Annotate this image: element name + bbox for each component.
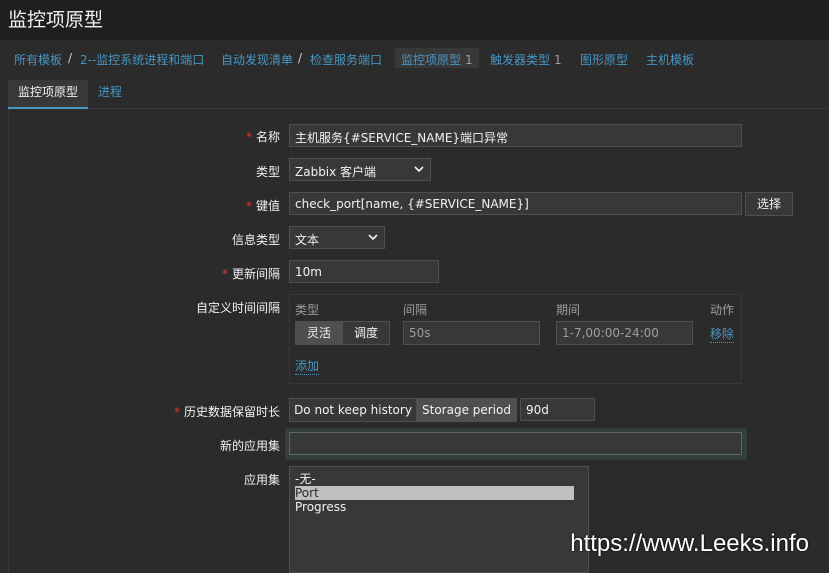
info-type-select-value: 文本 (295, 233, 320, 247)
breadcrumb-trigger-types-label: 触发器类型 (490, 53, 551, 67)
applications-label: 应用集 (243, 473, 280, 487)
new-application-input[interactable] (289, 432, 742, 455)
watermark: https://www.Leeks.info (570, 530, 809, 557)
remove-interval-link[interactable]: 移除 (710, 325, 735, 343)
key-select-button[interactable]: 选择 (745, 192, 793, 216)
name-input[interactable]: 主机服务{#SERVICE_NAME}端口异常 (289, 124, 742, 147)
key-label: * 键值 (245, 199, 280, 213)
history-label: * 历史数据保留时长 (173, 405, 280, 419)
breadcrumb-host-templates[interactable]: 主机模板 (646, 51, 694, 68)
update-interval-input[interactable]: 10m (289, 260, 439, 283)
breadcrumb-discovery-list[interactable]: 自动发现清单 (221, 51, 293, 68)
breadcrumb-item-prototypes-label: 监控项原型 (401, 53, 462, 67)
required-mark: * (221, 267, 228, 281)
breadcrumb-separator: / (68, 51, 73, 65)
breadcrumb-separator: / (298, 51, 303, 65)
col-interval-header: 间隔 (403, 303, 428, 317)
breadcrumb-discovery-rule[interactable]: 检查服务端口 (310, 51, 382, 68)
tab-process[interactable]: 进程 (88, 80, 132, 107)
storage-period-toggle[interactable]: Storage period (416, 398, 517, 422)
chevron-down-icon (414, 166, 424, 173)
col-action-header: 动作 (710, 303, 735, 317)
col-type-header: 类型 (295, 303, 320, 317)
period-input[interactable]: 1-7,00:00-24:00 (556, 321, 693, 345)
add-interval-link[interactable]: 添加 (295, 357, 320, 375)
custom-intervals-label: 自定义时间间隔 (195, 301, 280, 315)
interval-input[interactable]: 50s (403, 321, 540, 345)
update-interval-label: * 更新间隔 (221, 267, 280, 281)
required-mark: * (173, 405, 180, 419)
info-type-select[interactable]: 文本 (289, 226, 385, 249)
info-type-label: 信息类型 (231, 233, 280, 247)
item-prototypes-count: 1 (465, 53, 473, 67)
breadcrumb-template[interactable]: 2--监控系统进程和端口 (80, 51, 204, 68)
col-period-header: 期间 (556, 303, 581, 317)
new-application-label: 新的应用集 (219, 439, 280, 453)
breadcrumb-trigger-types[interactable]: 触发器类型 1 (490, 51, 562, 68)
application-option-port[interactable]: Port (295, 486, 574, 500)
page-title: 监控项原型 (8, 9, 104, 31)
tab-bar: 监控项原型 进程 (8, 80, 829, 110)
type-label: 类型 (255, 165, 280, 179)
breadcrumb-all-templates[interactable]: 所有模板 (14, 51, 62, 68)
key-input[interactable]: check_port[name, {#SERVICE_NAME}] (289, 192, 742, 215)
history-period-input[interactable]: 90d (520, 398, 595, 421)
required-mark: * (245, 199, 252, 213)
application-option-none[interactable]: -无- (295, 472, 583, 486)
flexible-toggle[interactable]: 灵活 (295, 321, 343, 345)
application-option-progress[interactable]: Progress (295, 500, 583, 514)
type-select[interactable]: Zabbix 客户端 (289, 158, 431, 181)
tab-item-prototype[interactable]: 监控项原型 (8, 80, 89, 110)
applications-listbox[interactable]: -无- Port Progress (289, 466, 589, 573)
breadcrumb-graph-prototypes[interactable]: 图形原型 (580, 51, 628, 68)
trigger-types-count: 1 (554, 53, 562, 67)
form-content: * 名称 主机服务{#SERVICE_NAME}端口异常 类型 Zabbix 客户… (8, 109, 829, 573)
breadcrumb-item-prototypes[interactable]: 监控项原型 1 (395, 48, 479, 68)
scheduling-toggle[interactable]: 调度 (342, 321, 390, 345)
name-label: * 名称 (245, 130, 280, 144)
chevron-down-icon (368, 234, 378, 241)
type-select-value: Zabbix 客户端 (295, 165, 377, 179)
no-keep-history-toggle[interactable]: Do not keep history (289, 398, 417, 422)
required-mark: * (245, 130, 252, 144)
breadcrumb: 所有模板 / 2--监控系统进程和端口 自动发现清单 / 检查服务端口 监控项原… (0, 44, 829, 74)
custom-intervals-table: 类型 间隔 期间 动作 灵活 调度 50s 1-7,00:00-24:00 移除… (289, 294, 742, 384)
page-header: 监控项原型 (0, 0, 829, 40)
